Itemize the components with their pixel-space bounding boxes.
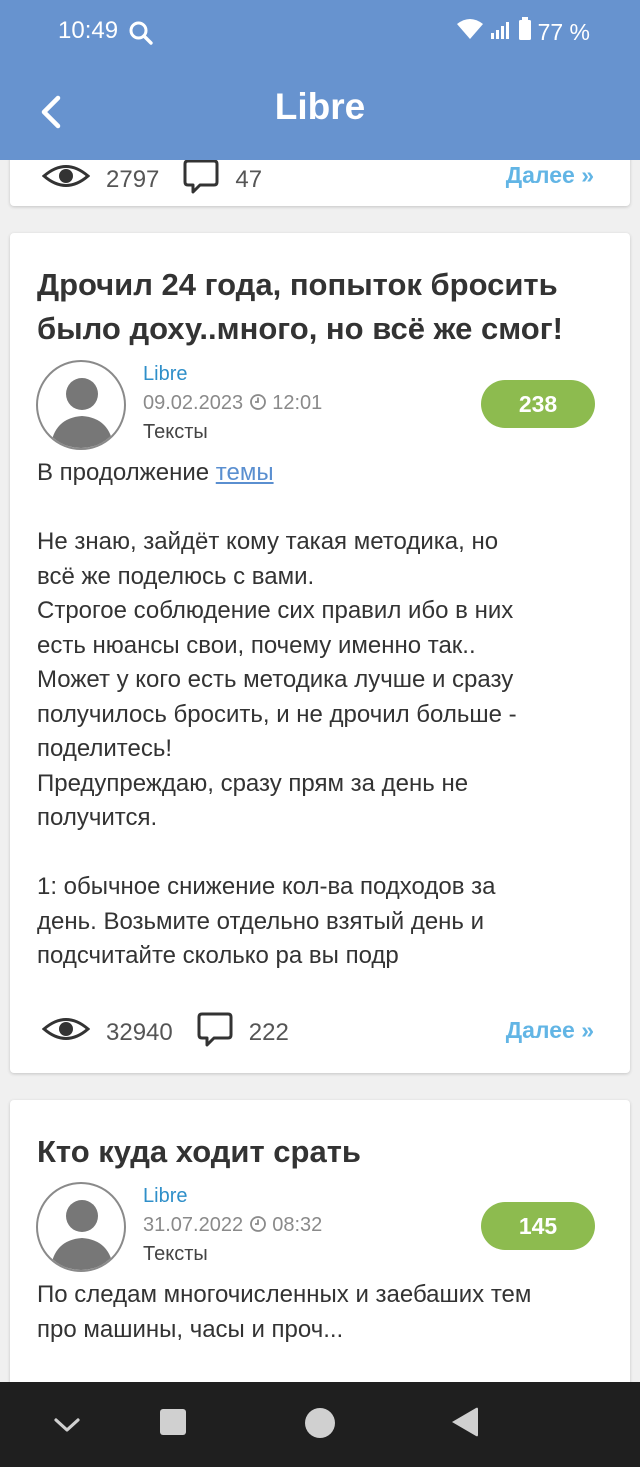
back-nav-icon[interactable]	[450, 1406, 480, 1443]
post-card[interactable]: Кто куда ходит срать Libre 31.07.2022 08…	[10, 1100, 630, 1382]
recents-icon[interactable]	[159, 1408, 187, 1441]
views-count: 2797	[106, 165, 160, 193]
rating-badge: 145	[481, 1202, 595, 1250]
post-excerpt: В продолжение темы Не знаю, зайдёт кому …	[37, 459, 517, 969]
comments-count: 47	[235, 165, 263, 193]
home-icon[interactable]	[304, 1407, 336, 1444]
author-name[interactable]: Libre	[143, 360, 322, 389]
author-name[interactable]: Libre	[143, 1182, 322, 1211]
comment-icon	[183, 160, 219, 201]
wifi-icon	[456, 18, 484, 46]
post-category[interactable]: Тексты	[143, 1240, 322, 1269]
clock-icon	[249, 392, 267, 414]
status-time: 10:49	[58, 17, 119, 44]
rating-badge: 238	[481, 380, 595, 428]
post-title[interactable]: Кто куда ходит срать	[37, 1130, 600, 1174]
views-count: 32940	[106, 1018, 173, 1046]
post-excerpt: По следам многочисленных и заебаших тем …	[37, 1281, 532, 1343]
post-meta: Libre 31.07.2022 08:32 Тексты	[143, 1182, 322, 1269]
battery-icon	[518, 17, 532, 47]
post-stats: 2797 47	[41, 160, 263, 201]
user-avatar-icon[interactable]	[36, 360, 126, 450]
page-title: Libre	[274, 86, 366, 127]
post-meta: Libre 09.02.2023 12:01 Тексты	[143, 360, 322, 447]
post-date: 09.02.2023 12:01	[143, 392, 323, 414]
signal-icon	[490, 19, 512, 46]
post-card[interactable]: Дрочил 24 года, попыток бросить было дох…	[10, 233, 630, 1073]
app-bar: Libre	[0, 64, 640, 160]
status-bar: 10:49 77 %	[0, 0, 640, 64]
comments-count: 222	[248, 1018, 289, 1046]
post-feed[interactable]: 2797 47 Далее » Дрочил 24 года, попыток …	[0, 160, 640, 1382]
read-more-link[interactable]: Далее »	[506, 162, 594, 189]
comment-icon	[197, 1011, 233, 1054]
user-avatar-icon[interactable]	[36, 1182, 126, 1272]
post-title[interactable]: Дрочил 24 года, попыток бросить было дох…	[37, 263, 600, 351]
eye-icon	[41, 1014, 91, 1051]
search-icon	[128, 20, 154, 51]
post-date: 31.07.2022 08:32	[143, 1214, 323, 1236]
post-stats: 32940 222	[41, 1011, 289, 1054]
post-category[interactable]: Тексты	[143, 418, 322, 447]
battery-percent: 77 %	[537, 18, 590, 45]
eye-icon	[41, 161, 91, 198]
clock-icon	[249, 1214, 267, 1236]
system-nav-bar	[0, 1382, 640, 1467]
post-card-previous: 2797 47 Далее »	[10, 160, 630, 206]
topic-link[interactable]: темы	[216, 459, 274, 486]
chevron-down-icon[interactable]	[52, 1414, 82, 1441]
read-more-link[interactable]: Далее »	[506, 1017, 594, 1044]
